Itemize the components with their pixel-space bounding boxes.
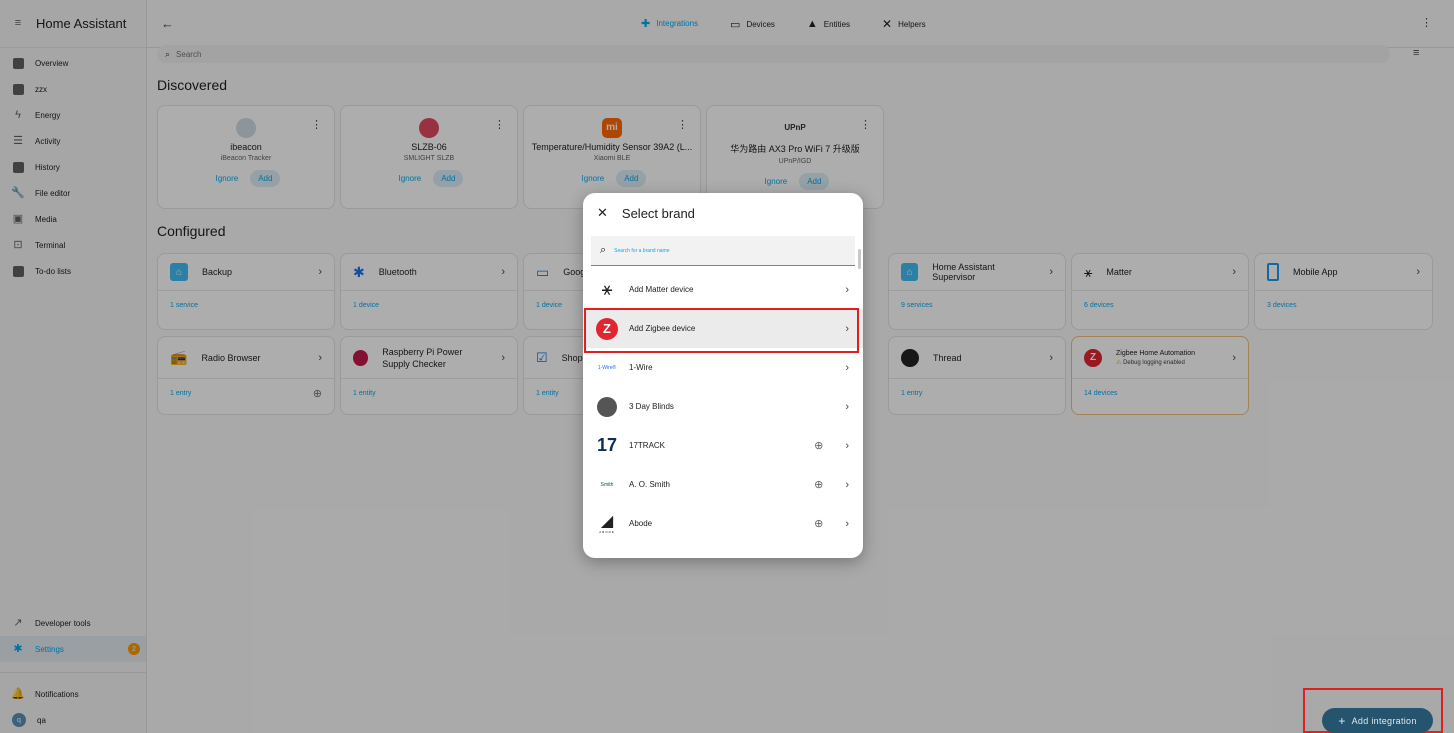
search-icon: ⌕: [600, 244, 607, 256]
chevron-right-icon: ›: [845, 439, 849, 452]
close-icon[interactable]: ✕: [597, 205, 608, 221]
zigbee-highlight-box: [584, 308, 859, 353]
cloud-globe-icon: ⊕: [814, 479, 824, 491]
brand-item-ao-smith[interactable]: Smith A. O. Smith ⊕ ›: [583, 465, 863, 504]
cloud-globe-icon: ⊕: [814, 518, 824, 530]
brand-item-abode[interactable]: ◢ ABODE Abode ⊕ ›: [583, 504, 863, 543]
one-wire-logo-icon: 1-Wire®: [597, 364, 617, 371]
brand-item-1-wire[interactable]: 1-Wire® 1-Wire ›: [583, 348, 863, 387]
brand-search-input[interactable]: ⌕ Search for a brand name: [591, 236, 855, 266]
chevron-right-icon: ›: [845, 361, 849, 374]
brand-item-17track[interactable]: 17 17TRACK ⊕ ›: [583, 426, 863, 465]
chevron-right-icon: ›: [845, 478, 849, 491]
brand-item-3-day-blinds[interactable]: 3 Day Blinds ›: [583, 387, 863, 426]
three-day-blinds-logo-icon: [595, 395, 619, 419]
plus-icon: +: [1338, 713, 1346, 728]
add-integration-button[interactable]: + Add integration: [1322, 708, 1433, 733]
matter-icon: ⚹: [601, 279, 613, 299]
abode-logo-icon: ◢ ABODE: [599, 512, 615, 534]
dialog-title: Select brand: [621, 205, 695, 221]
chevron-right-icon: ›: [845, 283, 849, 296]
brand-item-add-matter-device[interactable]: ⚹ Add Matter device ›: [583, 270, 863, 309]
chevron-right-icon: ›: [845, 400, 849, 413]
dialog-scrollbar[interactable]: [858, 249, 861, 269]
select-brand-dialog: ✕ Select brand ⌕ Search for a brand name…: [583, 193, 863, 558]
chevron-right-icon: ›: [845, 517, 849, 530]
seventeen-track-logo-icon: 17: [596, 435, 618, 455]
cloud-globe-icon: ⊕: [814, 440, 824, 452]
ao-smith-logo-icon: Smith: [600, 481, 614, 488]
